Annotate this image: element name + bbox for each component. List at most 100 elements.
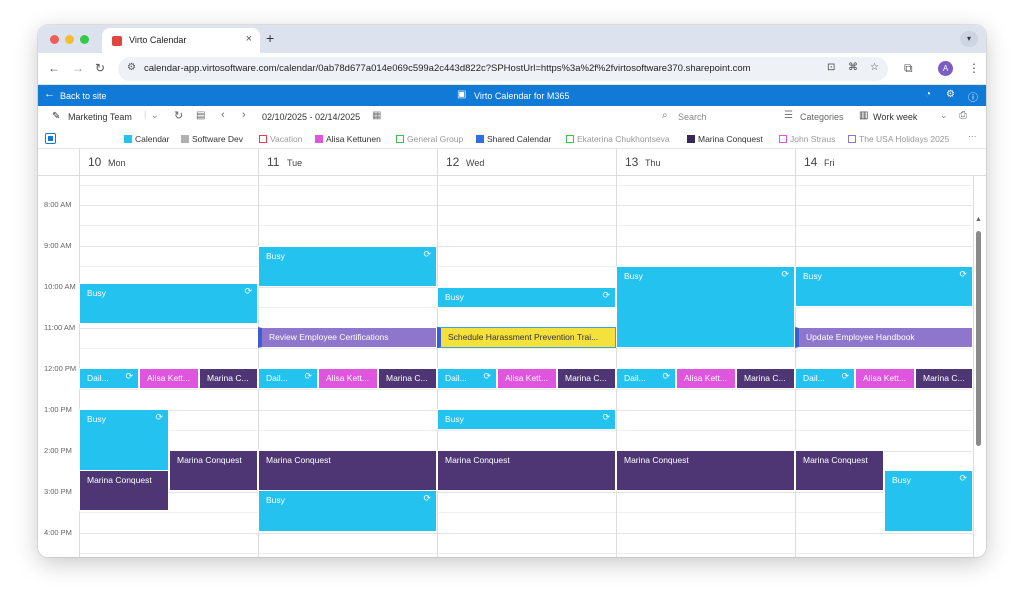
legend-color-checkbox[interactable] (848, 135, 856, 143)
refresh-icon[interactable]: ↻ (174, 109, 183, 122)
extensions-icon[interactable]: ⧉ (904, 61, 913, 76)
tab-search-icon[interactable]: ▾ (960, 31, 978, 47)
bell-icon[interactable]: ◔ (925, 89, 931, 100)
event-alisa[interactable]: Alisa Kett... (318, 368, 378, 389)
back-arrow-icon[interactable]: ← (44, 88, 55, 100)
event-daily[interactable]: Dail... ⟳ (795, 368, 855, 389)
legend-item[interactable]: Alisa Kettunen (315, 134, 381, 144)
event-marina[interactable]: Marina C... (736, 368, 795, 389)
search-icon[interactable]: ⌕ (662, 110, 668, 121)
event-busy[interactable]: Busy ⟳ (79, 283, 258, 324)
edit-icon[interactable]: ✎ (52, 111, 60, 122)
select-all-checkbox[interactable] (45, 133, 56, 144)
url-bar[interactable]: ⚙ calendar-app.virtosoftware.com/calenda… (118, 57, 888, 81)
legend-item[interactable]: Vacation (259, 134, 302, 144)
close-tab-icon[interactable]: × (246, 33, 252, 45)
reload-icon[interactable]: ↻ (95, 61, 105, 75)
translate-icon[interactable]: ⌘ (848, 62, 858, 73)
avatar[interactable]: A (938, 61, 953, 76)
more-icon[interactable]: ⋯ (968, 131, 977, 142)
legend-color-checkbox[interactable] (181, 135, 189, 143)
print-icon[interactable]: ⎙ (959, 110, 967, 121)
legend-item[interactable]: Calendar (124, 134, 170, 144)
back-arrow-icon[interactable]: ← (48, 61, 60, 75)
minimize-window-icon[interactable] (65, 35, 74, 44)
chevron-down-icon[interactable]: ⌄ (940, 110, 948, 121)
site-info-icon[interactable]: ⚙ (127, 62, 136, 73)
gear-icon[interactable]: ⚙ (946, 89, 955, 100)
event-marina-conquest[interactable]: Marina Conquest (437, 450, 616, 491)
event-alisa[interactable]: Alisa Kett... (855, 368, 915, 389)
event-daily[interactable]: Dail... ⟳ (79, 368, 139, 389)
day-header[interactable]: 12 Wed (437, 149, 616, 176)
event-alisa[interactable]: Alisa Kett... (497, 368, 557, 389)
legend-item[interactable]: Ekaterina Chukhontseva (566, 134, 670, 144)
event-update-handbook[interactable]: Update Employee Handbook (795, 327, 973, 348)
next-week-icon[interactable]: › (242, 109, 246, 121)
event-daily[interactable]: Dail... ⟳ (437, 368, 497, 389)
browser-tab[interactable]: Virto Calendar × (102, 28, 260, 53)
event-marina[interactable]: Marina C... (557, 368, 616, 389)
event-marina[interactable]: Marina C... (915, 368, 973, 389)
previous-week-icon[interactable]: ‹ (221, 109, 225, 121)
legend-color-checkbox[interactable] (396, 135, 404, 143)
event-busy[interactable]: Busy ⟳ (437, 409, 616, 430)
legend-color-checkbox[interactable] (476, 135, 484, 143)
install-app-icon[interactable]: ⊡ (827, 62, 835, 73)
date-picker-icon[interactable]: ▦ (372, 110, 381, 121)
new-tab-button[interactable]: + (266, 30, 274, 46)
forward-arrow-icon[interactable]: → (72, 61, 84, 75)
event-busy[interactable]: Busy ⟳ (258, 246, 437, 287)
bookmark-star-icon[interactable]: ☆ (870, 62, 879, 73)
event-marina-conquest[interactable]: Marina Conquest (79, 470, 169, 511)
event-marina-conquest[interactable]: Marina Conquest (258, 450, 437, 491)
event-alisa[interactable]: Alisa Kett... (676, 368, 736, 389)
event-alisa[interactable]: Alisa Kett... (139, 368, 199, 389)
team-selector[interactable]: Marketing Team (68, 112, 132, 122)
day-header[interactable]: 14 Fri (795, 149, 973, 176)
view-selector[interactable]: Work week (873, 112, 917, 122)
event-marina-conquest[interactable]: Marina Conquest (616, 450, 795, 491)
event-harassment-training[interactable]: Schedule Harassment Prevention Trai... (437, 327, 616, 348)
day-header[interactable]: 10 Mon (79, 149, 258, 176)
event-busy[interactable]: Busy ⟳ (795, 266, 973, 307)
date-range[interactable]: 02/10/2025 - 02/14/2025 (262, 112, 360, 122)
event-marina[interactable]: Marina C... (378, 368, 437, 389)
categories-button[interactable]: Categories (800, 112, 844, 122)
day-header[interactable]: 13 Thu (616, 149, 795, 176)
scroll-up-icon[interactable]: ▲ (975, 216, 982, 223)
legend-color-checkbox[interactable] (315, 135, 323, 143)
legend-item[interactable]: Marina Conquest (687, 134, 763, 144)
event-busy[interactable]: Busy ⟳ (616, 266, 795, 348)
legend-item[interactable]: Shared Calendar (476, 134, 551, 144)
event-marina-conquest[interactable]: Marina Conquest (795, 450, 884, 491)
search-input[interactable]: Search (678, 112, 707, 122)
event-busy[interactable]: Busy ⟳ (437, 287, 616, 308)
help-icon[interactable]: ⓘ (968, 89, 978, 104)
event-busy[interactable]: Busy ⟳ (258, 490, 437, 532)
more-menu-icon[interactable]: ⋮ (968, 61, 980, 75)
legend-color-checkbox[interactable] (124, 135, 132, 143)
legend-color-checkbox[interactable] (259, 135, 267, 143)
event-marina-conquest[interactable]: Marina Conquest (169, 450, 258, 491)
maximize-window-icon[interactable] (80, 35, 89, 44)
chevron-down-icon[interactable]: ⌄ (151, 110, 159, 121)
legend-color-checkbox[interactable] (566, 135, 574, 143)
event-busy[interactable]: Busy ⟳ (884, 470, 973, 532)
legend-item[interactable]: John Straus (779, 134, 835, 144)
event-marina[interactable]: Marina C... (199, 368, 258, 389)
legend-item[interactable]: Software Dev (181, 134, 243, 144)
legend-item[interactable]: General Group (396, 134, 463, 144)
back-to-site-link[interactable]: Back to site (60, 91, 107, 101)
event-review-certifications[interactable]: Review Employee Certifications (258, 327, 437, 348)
event-daily[interactable]: Dail... ⟳ (616, 368, 676, 389)
day-header[interactable]: 11 Tue (258, 149, 437, 176)
legend-color-checkbox[interactable] (779, 135, 787, 143)
today-icon[interactable]: ▤ (196, 110, 205, 121)
event-daily[interactable]: Dail... ⟳ (258, 368, 318, 389)
event-busy[interactable]: Busy ⟳ (79, 409, 169, 471)
legend-color-checkbox[interactable] (687, 135, 695, 143)
vertical-scrollbar[interactable] (976, 231, 981, 446)
legend-item[interactable]: The USA Holidays 2025 (848, 134, 949, 144)
close-window-icon[interactable] (50, 35, 59, 44)
